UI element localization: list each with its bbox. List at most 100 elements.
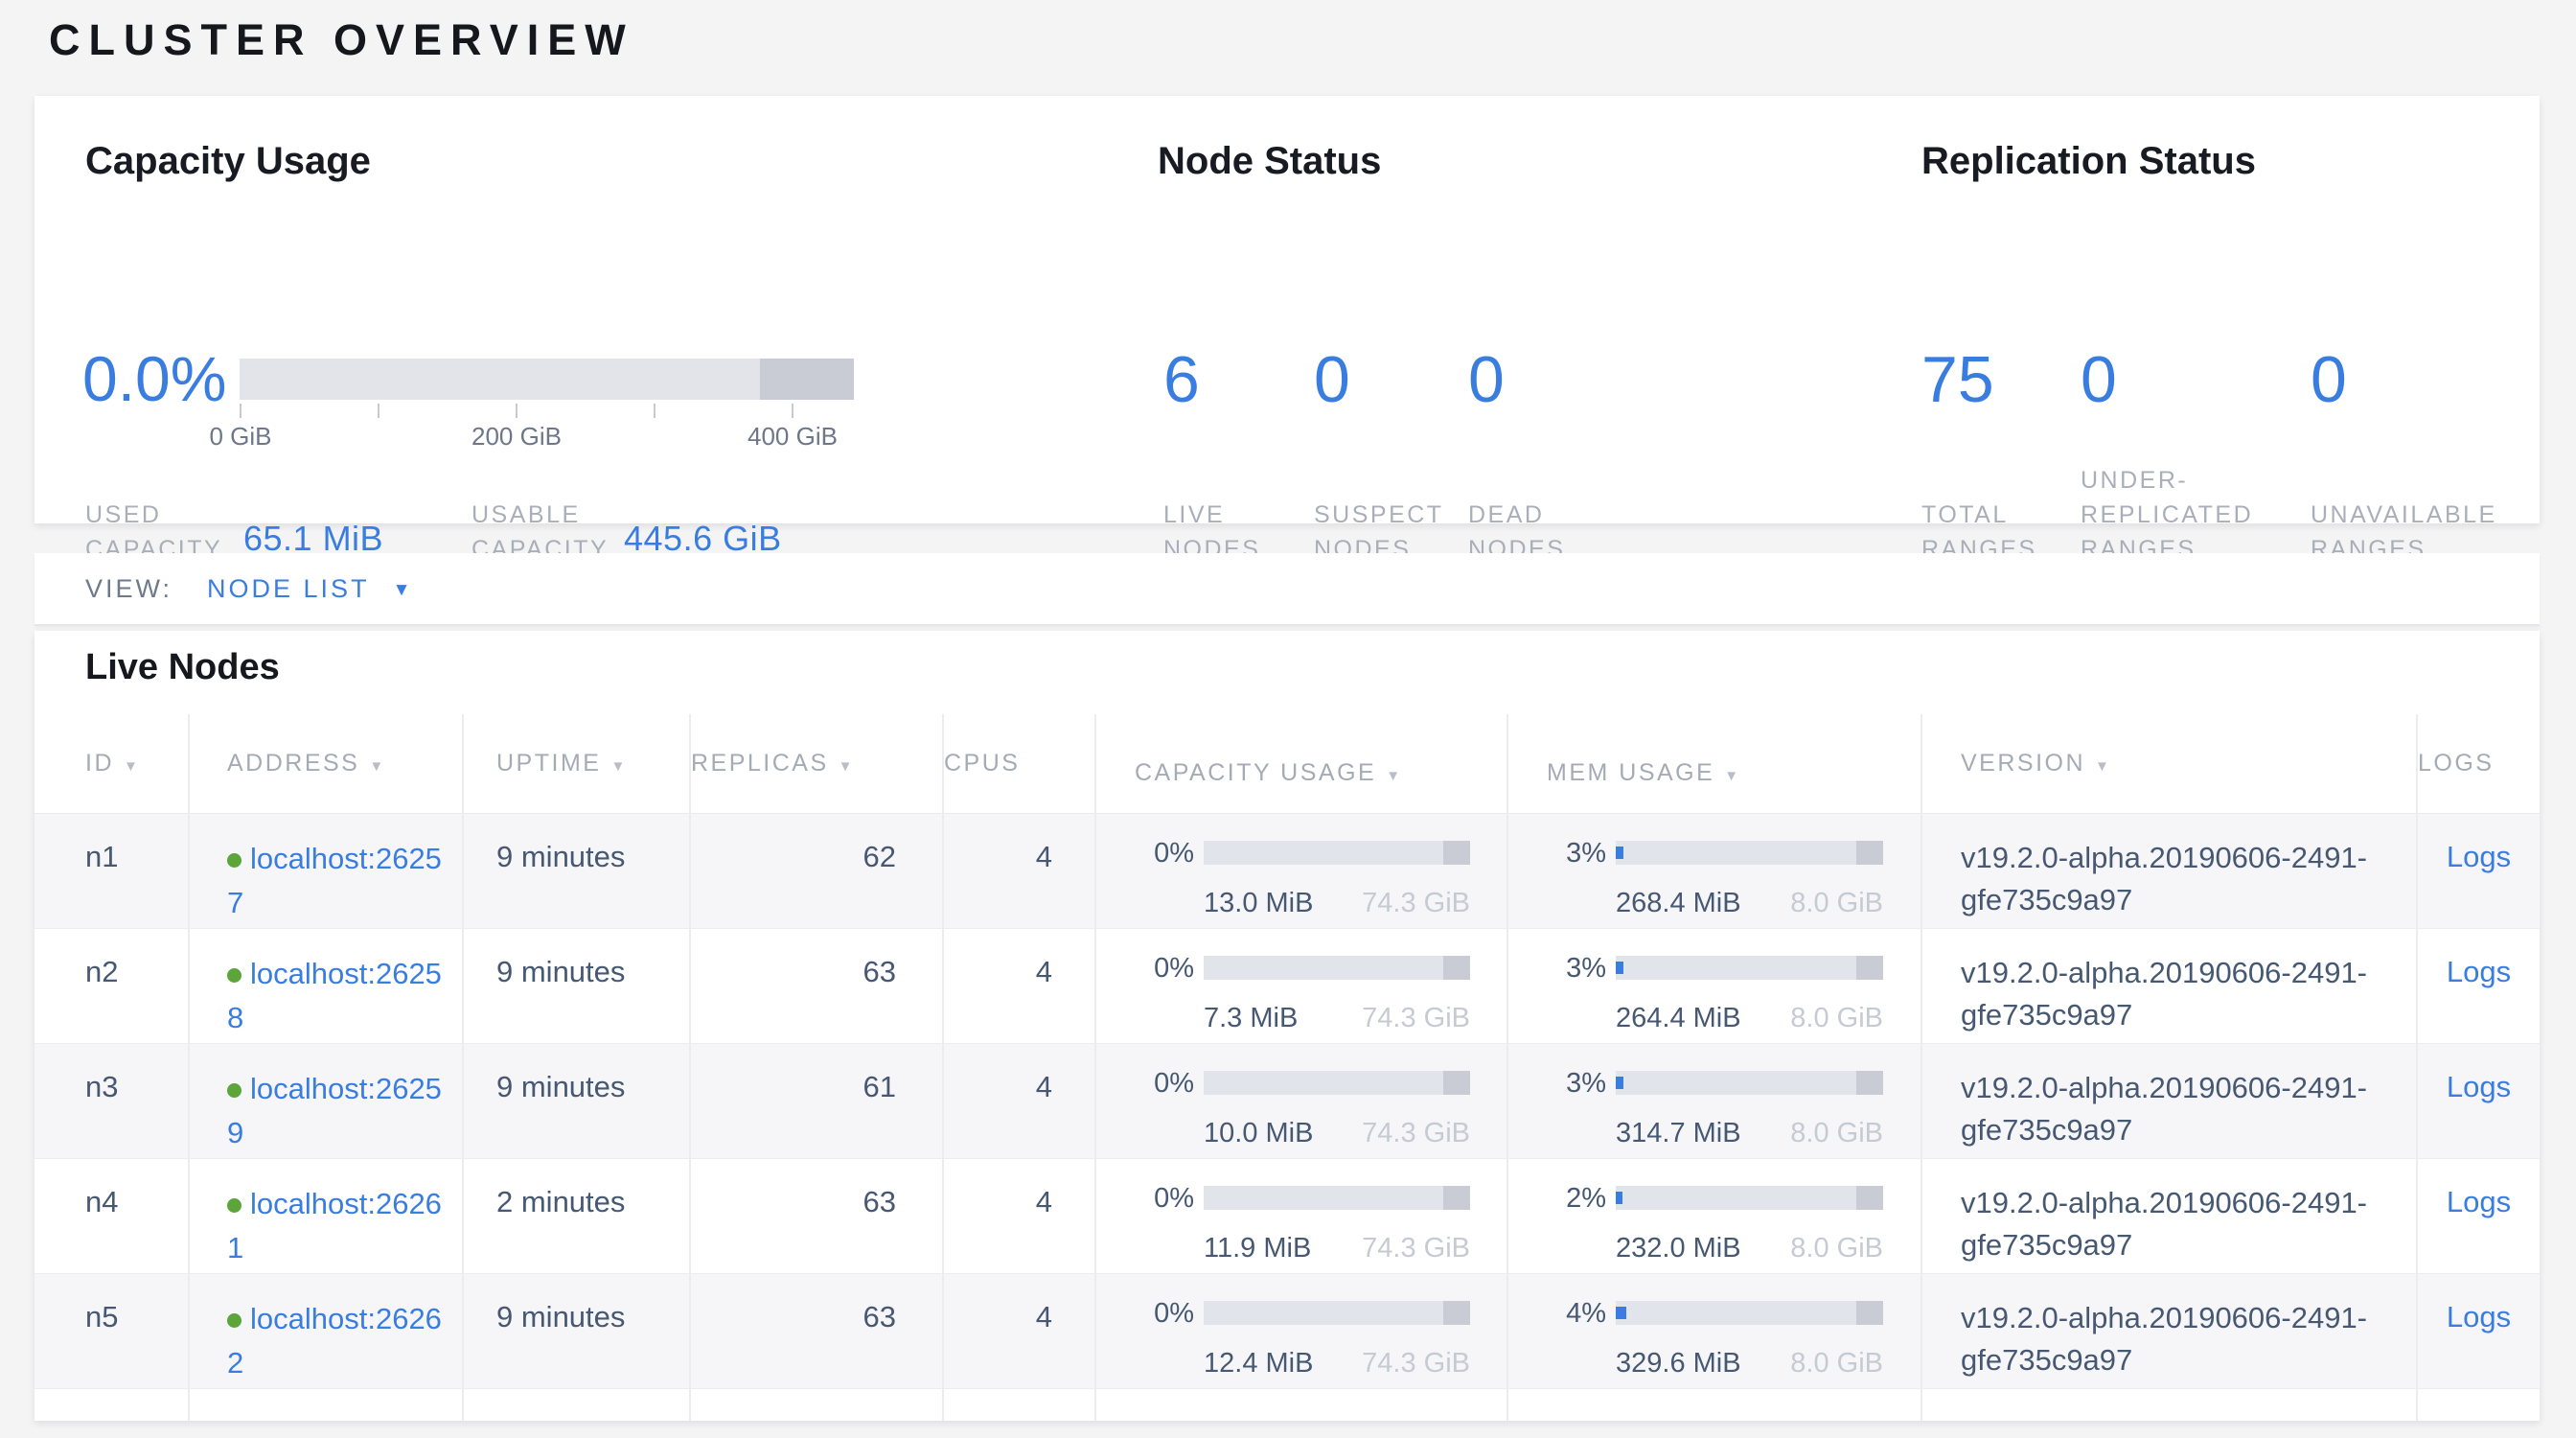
table-header-row: ID▼ADDRESS▼UPTIME▼REPLICAS▼CPUS CAPACITY … <box>34 714 2540 813</box>
node-logs-cell: Logs <box>2417 928 2540 1043</box>
logs-link[interactable]: Logs <box>2447 955 2511 988</box>
mem-percent: 3% <box>1547 948 1606 988</box>
logs-link[interactable]: Logs <box>2447 840 2511 873</box>
under-replicated-ranges-label: UNDER- REPLICATED RANGES <box>2081 463 2253 567</box>
node-logs-cell: Logs <box>2417 1273 2540 1388</box>
node-capacity-usage-cell: 0% 10.0 MiB 74.3 GiB <box>1095 1043 1507 1158</box>
node-logs-cell: Logs <box>2417 813 2540 928</box>
mem-percent: 3% <box>1547 833 1606 873</box>
live-status-icon <box>227 853 242 868</box>
sort-arrow-icon: ▼ <box>839 758 855 775</box>
total-ranges-count: 75 <box>1921 347 1994 412</box>
node-mem-usage-cell: 3% 264.4 MiB 8.0 GiB <box>1507 928 1921 1043</box>
sort-arrow-icon: ▼ <box>1724 768 1740 784</box>
axis-tick <box>240 404 242 418</box>
column-header-id[interactable]: ID▼ <box>34 714 189 813</box>
live-status-icon <box>227 1083 242 1098</box>
view-dropdown[interactable]: NODE LIST <box>207 574 370 604</box>
view-selector-bar: VIEW: NODE LIST ▼ <box>34 553 2540 626</box>
chevron-down-icon[interactable]: ▼ <box>393 580 411 601</box>
mem-bar-fill <box>1616 847 1623 859</box>
node-status-title: Node Status <box>1158 138 1381 184</box>
capacity-bar <box>1204 1186 1470 1210</box>
sort-arrow-icon: ▼ <box>2095 758 2111 775</box>
node-address-cell: localhost:26259 <box>189 1043 463 1158</box>
live-nodes-table: ID▼ADDRESS▼UPTIME▼REPLICAS▼CPUS CAPACITY … <box>34 714 2540 1421</box>
live-status-icon <box>227 1313 242 1328</box>
node-cpus-cell: 4 <box>943 928 1095 1043</box>
logs-link[interactable]: Logs <box>2447 1185 2511 1218</box>
mem-bar <box>1616 1301 1883 1325</box>
axis-tick-label: 400 GiB <box>735 422 850 452</box>
capacity-used-value: 7.3 MiB <box>1204 998 1298 1038</box>
column-header-uptime[interactable]: UPTIME▼ <box>463 714 690 813</box>
view-label: VIEW: <box>85 574 172 604</box>
capacity-used-value: 12.4 MiB <box>1204 1343 1313 1383</box>
capacity-percent: 0% <box>1135 833 1194 873</box>
column-header-replicas[interactable]: REPLICAS▼ <box>690 714 943 813</box>
node-version-cell: v19.2.0-alpha.20190606-2491-gfe735c9a97 <box>1921 1043 2417 1158</box>
capacity-used-value: 13.0 MiB <box>1204 883 1313 923</box>
node-capacity-usage-cell: 0% 12.4 MiB 74.3 GiB <box>1095 1273 1507 1388</box>
logs-link[interactable]: Logs <box>2447 1300 2511 1334</box>
node-address-link[interactable]: localhost:26257 <box>227 842 442 919</box>
node-address-link[interactable]: localhost:26258 <box>227 957 442 1034</box>
column-header-version[interactable]: VERSION ▼ <box>1921 714 2417 813</box>
node-replicas-cell: 62 <box>690 813 943 928</box>
node-mem-usage-cell: 3% 268.4 MiB 8.0 GiB <box>1507 813 1921 928</box>
mem-bar-fill <box>1616 1192 1622 1204</box>
node-cpus-cell: 4 <box>943 1273 1095 1388</box>
table-row: n2 localhost:26258 9 minutes 63 4 0% 7.3… <box>34 928 2540 1043</box>
mem-used-value: 314.7 MiB <box>1616 1113 1741 1153</box>
mem-bar-dark-segment <box>1856 1186 1883 1210</box>
live-nodes-card: Live Nodes ID▼ADDRESS▼UPTIME▼REPLICAS▼CP… <box>34 631 2540 1421</box>
column-header-label: CPUS <box>944 750 1020 777</box>
capacity-used-percent: 0.0% <box>82 347 226 410</box>
node-uptime-cell: 9 minutes <box>463 813 690 928</box>
node-address-cell: localhost:26257 <box>189 813 463 928</box>
column-header-mem[interactable]: MEM USAGE▼ <box>1507 714 1921 813</box>
node-id-cell: n1 <box>34 813 189 928</box>
replication-status-title: Replication Status <box>1921 138 2256 184</box>
sort-arrow-icon: ▼ <box>610 758 627 775</box>
node-replicas-cell: 63 <box>690 928 943 1043</box>
page-title: CLUSTER OVERVIEW <box>49 15 634 65</box>
live-nodes-count: 6 <box>1163 347 1200 412</box>
unavailable-ranges-count: 0 <box>2311 347 2347 412</box>
mem-percent: 2% <box>1547 1178 1606 1218</box>
table-body: n1 localhost:26257 9 minutes 62 4 0% 13.… <box>34 813 2540 1421</box>
capacity-percent: 0% <box>1135 1293 1194 1334</box>
node-address-cell: localhost:26258 <box>189 928 463 1043</box>
column-header-address[interactable]: ADDRESS▼ <box>189 714 463 813</box>
column-header-cpus: CPUS <box>943 714 1095 813</box>
node-uptime-cell: 9 minutes <box>463 928 690 1043</box>
capacity-bar-dark-segment <box>1443 1186 1470 1210</box>
table-row: n1 localhost:26257 9 minutes 62 4 0% 13.… <box>34 813 2540 928</box>
node-version-cell: v19.2.0-alpha.20190606-2491-gfe735c9a97 <box>1921 1158 2417 1273</box>
node-address-link[interactable]: localhost:26259 <box>227 1072 442 1149</box>
node-address-link[interactable]: localhost:26262 <box>227 1302 442 1380</box>
column-header-label: VERSION <box>1961 750 2085 777</box>
mem-percent: 4% <box>1547 1293 1606 1334</box>
capacity-bar-dark-segment <box>1443 1071 1470 1095</box>
node-mem-usage-cell: 4% 329.6 MiB 8.0 GiB <box>1507 1273 1921 1388</box>
under-replicated-ranges-count: 0 <box>2081 347 2117 412</box>
table-row: n3 localhost:26259 9 minutes 61 4 0% 10.… <box>34 1043 2540 1158</box>
logs-link[interactable]: Logs <box>2447 1070 2511 1103</box>
node-address-link[interactable]: localhost:26261 <box>227 1187 442 1264</box>
live-status-icon <box>227 968 242 983</box>
node-uptime-cell: 9 minutes <box>463 1043 690 1158</box>
node-logs-cell: Logs <box>2417 1043 2540 1158</box>
capacity-total-value: 74.3 GiB <box>1362 1113 1470 1153</box>
mem-bar-fill <box>1616 1077 1623 1089</box>
column-header-label: LOGS <box>2418 750 2494 777</box>
node-address-cell: localhost:26262 <box>189 1273 463 1388</box>
capacity-total-value: 74.3 GiB <box>1362 998 1470 1038</box>
mem-bar-dark-segment <box>1856 1071 1883 1095</box>
column-header-capacity[interactable]: CAPACITY USAGE▼ <box>1095 714 1507 813</box>
capacity-bar-dark-segment <box>1443 956 1470 980</box>
capacity-bar <box>1204 1071 1470 1095</box>
mem-bar-dark-segment <box>1856 1301 1883 1325</box>
capacity-bar-dark-segment <box>760 359 854 400</box>
mem-total-value: 8.0 GiB <box>1790 1228 1883 1268</box>
